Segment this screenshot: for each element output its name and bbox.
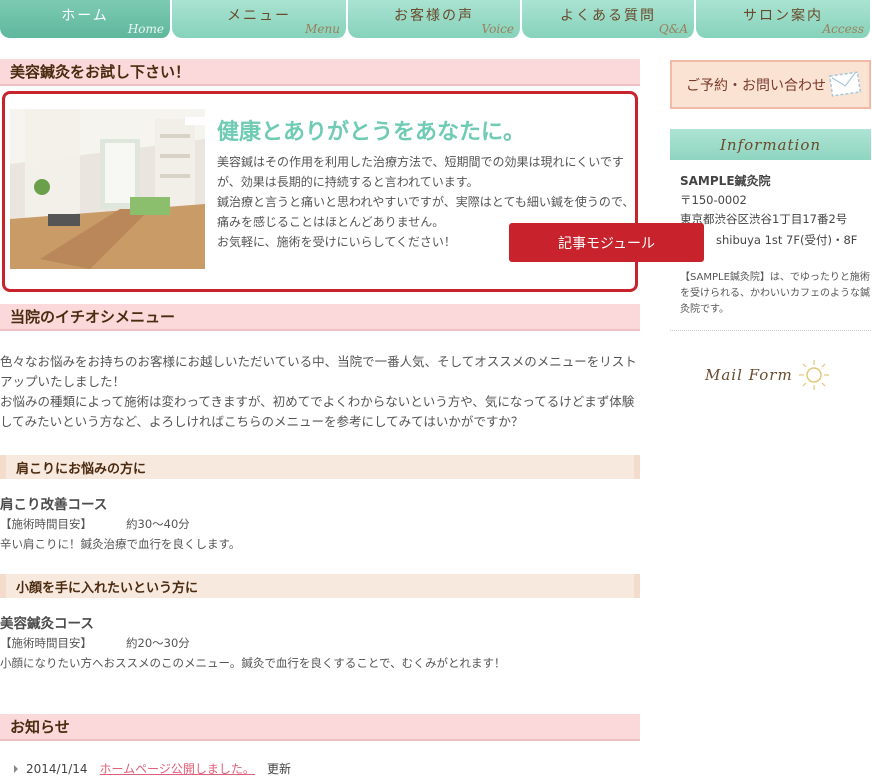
nav-home[interactable]: ホーム Home	[0, 0, 172, 38]
course-description: 小顔になりたい方へおススメのこのメニュー。鍼灸で血行を良くすることで、むくみがと…	[0, 656, 506, 670]
nav-sub-label: Menu	[305, 22, 340, 36]
main-nav: ホーム Home メニュー Menu お客様の声 Voice よくある質問 Q&…	[0, 0, 872, 38]
course-category: 小顔を手に入れたいという方に	[0, 574, 640, 598]
nav-label: お客様の声	[394, 8, 474, 24]
duration-label: 【施術時間目安】	[0, 517, 92, 531]
course-duration: 【施術時間目安】 約30〜40分	[0, 516, 190, 532]
sidebar-divider	[670, 330, 871, 331]
nav-label: メニュー	[227, 8, 291, 24]
clinic-address: 東京都渋谷区渋谷1丁目17番2号	[680, 212, 848, 226]
course-name: 美容鍼灸コース	[0, 616, 94, 632]
article-module-badge: 記事モジュール	[509, 223, 704, 262]
nav-sub-label: Home	[127, 22, 164, 36]
nav-label: サロン案内	[743, 8, 823, 24]
salon-photo	[10, 109, 205, 269]
nav-sub-label: Access	[822, 22, 864, 36]
recommend-heading: 当院のイチオシメニュー	[0, 304, 640, 331]
clinic-address-building: shibuya 1st 7F(受付)・8F	[716, 233, 858, 247]
nav-label: ホーム	[61, 8, 109, 24]
nav-sub-label: Voice	[481, 22, 514, 36]
course-description: 辛い肩こりに！鍼灸治療で血行を良くします。	[0, 537, 241, 551]
sun-icon	[798, 360, 829, 390]
news-heading: お知らせ	[0, 714, 640, 741]
feature-title: 健康とありがとうをあなたに。	[217, 120, 526, 145]
duration-value: 約30〜40分	[126, 517, 190, 531]
clinic-postal: 〒150-0002	[680, 193, 747, 207]
envelope-icon	[829, 71, 861, 97]
recommend-paragraph: 色々なお悩みをお持ちのお客様にお越しいただいている中、当院で一番人気、そしてオス…	[0, 354, 637, 429]
nav-menu[interactable]: メニュー Menu	[172, 0, 348, 38]
news-link[interactable]: ホームページ公開しました。	[100, 760, 255, 777]
duration-label: 【施術時間目安】	[0, 636, 92, 650]
nav-qa[interactable]: よくある質問 Q&A	[522, 0, 696, 38]
information-header: Information	[670, 129, 871, 160]
clinic-description: 【SAMPLE鍼灸院】は、でゆったりと施術を受けられる、かわいいカフェのような鍼…	[680, 272, 870, 315]
news-date: 2014/1/14	[26, 761, 88, 776]
mail-form-link[interactable]: Mail Form	[705, 355, 845, 395]
mail-form-label: Mail Form	[705, 366, 793, 384]
course-category: 肩こりにお悩みの方に	[0, 455, 640, 479]
intro-heading: 美容鍼灸をお試し下さい！	[0, 59, 640, 86]
nav-voice[interactable]: お客様の声 Voice	[348, 0, 522, 38]
clinic-name: SAMPLE鍼灸院	[680, 174, 771, 188]
duration-value: 約20〜30分	[126, 636, 190, 650]
course-duration: 【施術時間目安】 約20〜30分	[0, 635, 190, 651]
nav-access[interactable]: サロン案内 Access	[696, 0, 872, 38]
nav-sub-label: Q&A	[658, 22, 688, 36]
contact-label: ご予約・お問い合わせ	[686, 77, 826, 94]
course-name: 肩こり改善コース	[0, 497, 108, 513]
bullet-triangle-icon	[14, 764, 18, 773]
news-item: 2014/1/14 ホームページ公開しました。 更新	[14, 760, 291, 777]
nav-label: よくある質問	[560, 8, 656, 24]
news-suffix: 更新	[266, 762, 291, 776]
contact-button[interactable]: ご予約・お問い合わせ	[670, 60, 871, 109]
